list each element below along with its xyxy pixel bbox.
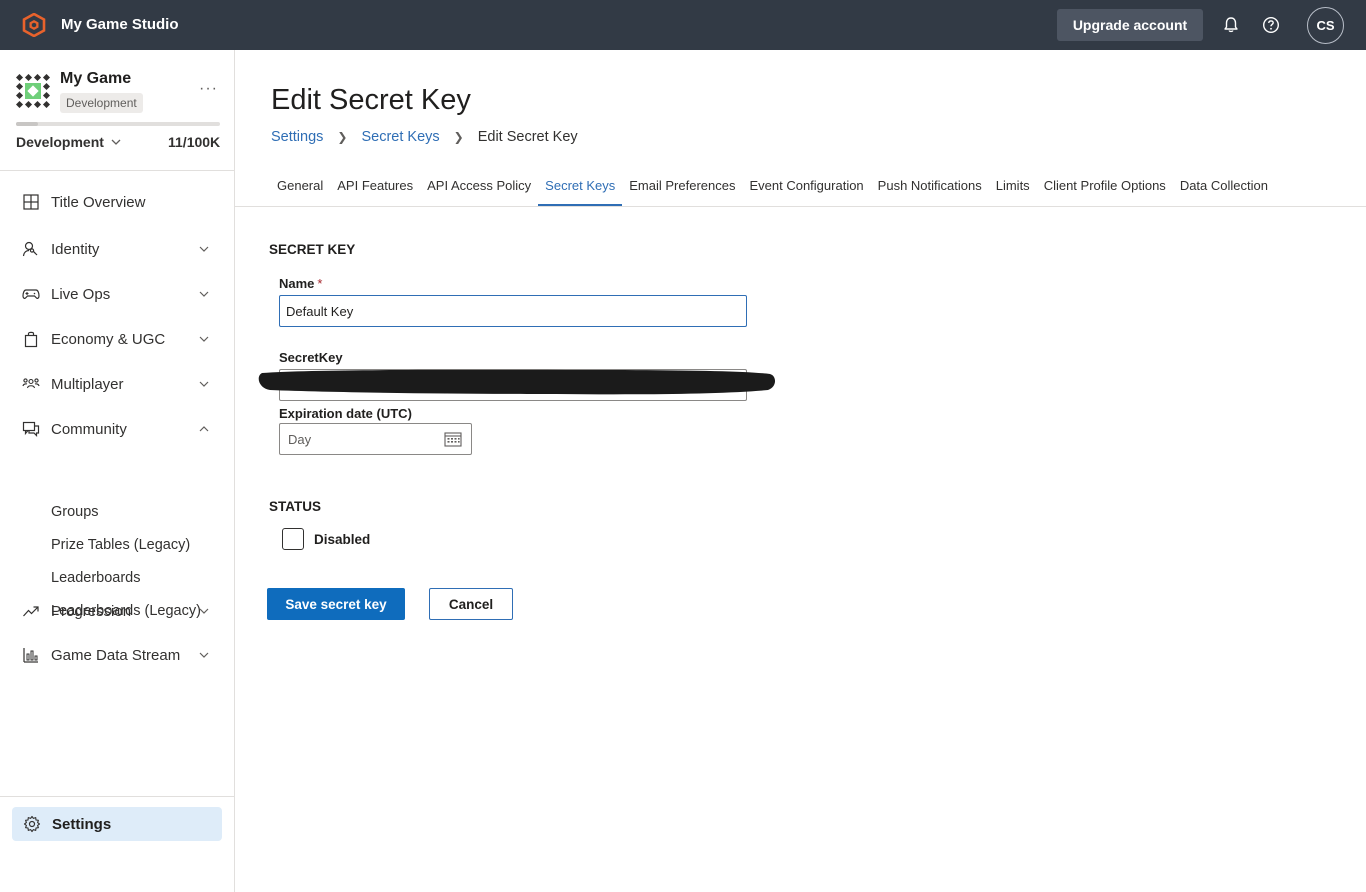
environment-selector-label: Development bbox=[16, 134, 104, 150]
tab-api-access-policy[interactable]: API Access Policy bbox=[420, 170, 538, 206]
required-indicator: * bbox=[317, 276, 323, 291]
sidebar-item-label: Settings bbox=[52, 815, 112, 833]
trend-icon bbox=[23, 606, 39, 617]
sidebar-item-label: Live Ops bbox=[51, 285, 111, 303]
chevron-down-icon bbox=[199, 381, 209, 387]
identity-icon bbox=[22, 241, 38, 257]
bar-chart-icon bbox=[23, 648, 38, 663]
sidebar-item-label: Identity bbox=[51, 240, 100, 258]
sidebar-item-label: Community bbox=[51, 420, 127, 438]
sidebar-item-identity[interactable]: Identity bbox=[16, 233, 216, 265]
disabled-checkbox-label[interactable]: Disabled bbox=[314, 532, 370, 547]
grid-icon bbox=[23, 194, 39, 210]
chevron-down-icon bbox=[199, 246, 209, 252]
gear-icon bbox=[23, 815, 41, 833]
sidebar-subitem-prize-tables-legacy[interactable]: Prize Tables (Legacy) bbox=[51, 537, 190, 553]
help-icon[interactable] bbox=[1261, 15, 1281, 35]
calendar-icon[interactable] bbox=[444, 431, 462, 447]
sidebar-item-label: Progression bbox=[51, 602, 132, 620]
chevron-down-icon bbox=[199, 291, 209, 297]
expiration-date-label: Expiration date (UTC) bbox=[279, 406, 412, 421]
chevron-down-icon bbox=[111, 139, 121, 145]
breadcrumb-current: Edit Secret Key bbox=[477, 129, 578, 145]
upgrade-account-button[interactable]: Upgrade account bbox=[1057, 9, 1203, 41]
chevron-down-icon bbox=[199, 608, 209, 614]
shopping-bag-icon bbox=[24, 331, 38, 348]
redaction-mark bbox=[258, 369, 776, 395]
tab-limits[interactable]: Limits bbox=[989, 170, 1037, 206]
chevron-right-icon: ❯ bbox=[337, 130, 348, 144]
avatar[interactable]: CS bbox=[1307, 7, 1344, 44]
tab-email-preferences[interactable]: Email Preferences bbox=[622, 170, 742, 206]
sidebar-subitem-leaderboards[interactable]: Leaderboards bbox=[51, 570, 141, 586]
settings-tabs: General API Features API Access Policy S… bbox=[270, 170, 1275, 206]
breadcrumb-secret-keys-link[interactable]: Secret Keys bbox=[361, 129, 439, 145]
section-title-secret-key: SECRET KEY bbox=[269, 242, 356, 257]
game-logo-icon bbox=[16, 74, 50, 108]
sidebar-item-progression[interactable]: Progression bbox=[16, 595, 216, 627]
tab-client-profile-options[interactable]: Client Profile Options bbox=[1037, 170, 1173, 206]
cancel-button[interactable]: Cancel bbox=[429, 588, 513, 620]
breadcrumb-settings-link[interactable]: Settings bbox=[271, 129, 323, 145]
top-bar: My Game Studio Upgrade account CS bbox=[0, 0, 1366, 50]
studio-name[interactable]: My Game Studio bbox=[61, 16, 179, 33]
breadcrumb: Settings ❯ Secret Keys ❯ Edit Secret Key bbox=[271, 129, 578, 145]
people-icon bbox=[22, 378, 40, 389]
chat-icon bbox=[22, 421, 40, 437]
game-name: My Game bbox=[60, 70, 132, 87]
sidebar-item-label: Economy & UGC bbox=[51, 330, 166, 348]
section-title-status: STATUS bbox=[269, 499, 321, 514]
sidebar-subitem-groups[interactable]: Groups bbox=[51, 504, 99, 520]
usage-progress-bar bbox=[16, 122, 220, 126]
environment-selector[interactable]: Development bbox=[16, 134, 122, 150]
tab-general[interactable]: General bbox=[270, 170, 330, 206]
sidebar-item-economy-ugc[interactable]: Economy & UGC bbox=[16, 323, 216, 355]
sidebar-item-label: Game Data Stream bbox=[51, 646, 181, 664]
name-label-text: Name bbox=[279, 276, 315, 291]
sidebar-item-community[interactable]: Community bbox=[16, 413, 216, 445]
sidebar-item-multiplayer[interactable]: Multiplayer bbox=[16, 368, 216, 400]
save-secret-key-button[interactable]: Save secret key bbox=[267, 588, 405, 620]
name-field[interactable] bbox=[279, 295, 747, 327]
chevron-up-icon bbox=[199, 426, 209, 432]
disabled-checkbox[interactable] bbox=[282, 528, 304, 550]
sidebar-item-label: Title Overview bbox=[51, 193, 146, 211]
bell-icon[interactable] bbox=[1221, 15, 1241, 35]
page-title: Edit Secret Key bbox=[271, 84, 471, 116]
sidebar-item-label: Multiplayer bbox=[51, 375, 124, 393]
usage-progress-fill bbox=[16, 122, 39, 126]
sidebar-divider bbox=[0, 170, 234, 171]
tab-secret-keys[interactable]: Secret Keys bbox=[538, 170, 623, 206]
chevron-down-icon bbox=[199, 652, 209, 658]
sidebar-item-live-ops[interactable]: Live Ops bbox=[16, 278, 216, 310]
tab-data-collection[interactable]: Data Collection bbox=[1173, 170, 1275, 206]
name-field-label: Name * bbox=[279, 276, 322, 291]
sidebar-divider bbox=[0, 796, 234, 797]
studio-logo-icon[interactable] bbox=[22, 13, 46, 37]
sidebar: My Game Development ··· Development 11/1… bbox=[0, 50, 235, 892]
environment-badge: Development bbox=[60, 93, 143, 113]
tabs-divider bbox=[235, 206, 1366, 207]
chevron-down-icon bbox=[199, 336, 209, 342]
secret-key-field-label: SecretKey bbox=[279, 350, 343, 365]
chevron-right-icon: ❯ bbox=[453, 130, 464, 144]
sidebar-item-game-data-stream[interactable]: Game Data Stream bbox=[16, 639, 216, 671]
sidebar-item-title-overview[interactable]: Title Overview bbox=[16, 186, 216, 218]
more-options-icon[interactable]: ··· bbox=[199, 80, 219, 100]
sidebar-item-settings[interactable]: Settings bbox=[12, 807, 222, 841]
tab-event-configuration[interactable]: Event Configuration bbox=[742, 170, 870, 206]
gamepad-icon bbox=[22, 289, 40, 299]
tab-push-notifications[interactable]: Push Notifications bbox=[871, 170, 989, 206]
tab-api-features[interactable]: API Features bbox=[330, 170, 420, 206]
usage-count: 11/100K bbox=[168, 134, 221, 150]
